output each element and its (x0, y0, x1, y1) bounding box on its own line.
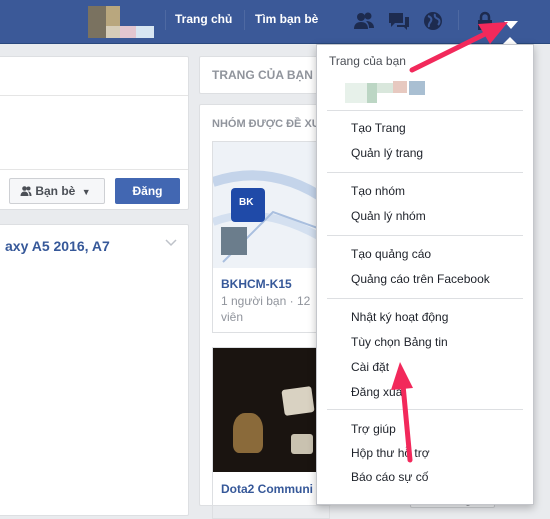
annotation-arrows (391, 22, 508, 463)
arrow-to-menu-caret-icon (409, 22, 508, 73)
arrow-to-settings-icon (391, 362, 413, 463)
